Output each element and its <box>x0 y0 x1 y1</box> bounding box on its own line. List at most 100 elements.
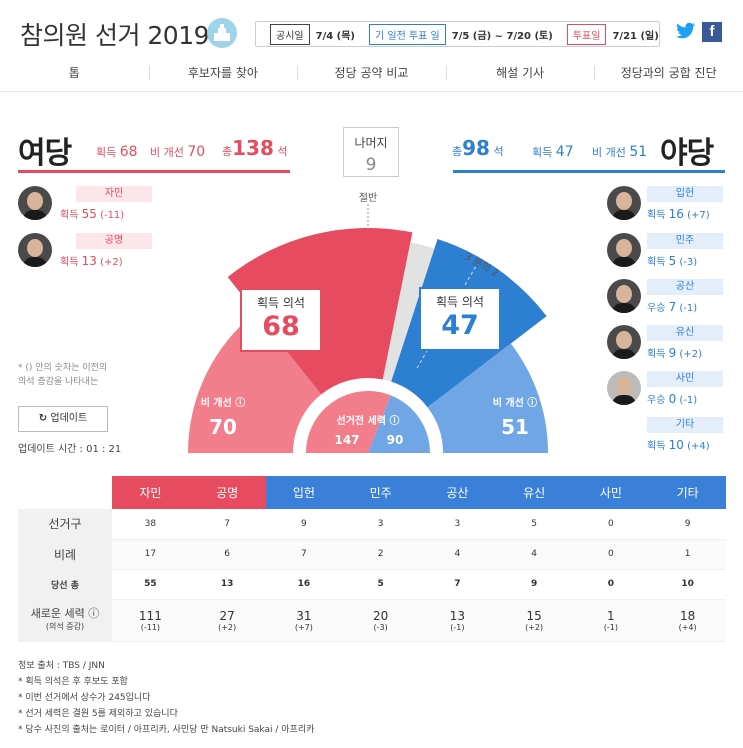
ruling-won-stat: 획득 68 <box>96 144 138 160</box>
before-label: 선거전 세력 ⓘ <box>337 414 400 427</box>
party-sdp: 사민 우승 0 (-1) <box>607 371 737 411</box>
ruling-non-label: 비 개선 <box>150 146 184 159</box>
party-stat-label: 획득 <box>647 441 666 452</box>
nav-match[interactable]: 정당과의 궁합 진단 <box>594 62 743 91</box>
avatar <box>18 186 52 220</box>
table-header-row: 자민 공명 입헌 민주 공산 유신 사민 기타 <box>18 476 726 509</box>
party-stat: 획득 55 (-11) <box>60 206 124 221</box>
cell-diff: (+7) <box>294 622 313 632</box>
table-corner <box>18 476 112 509</box>
opp-won-box-label: 획득 의석 <box>436 295 484 309</box>
cell-value: 18 <box>679 608 696 623</box>
opp-non-value: 51 <box>629 144 648 160</box>
table-header-cell: 자민 <box>112 476 189 509</box>
table-header-cell: 민주 <box>342 476 419 509</box>
update-button[interactable]: ↻ 업데이트 <box>18 406 108 432</box>
table-cell: 6 <box>188 539 266 570</box>
table-cell: 7 <box>419 569 496 600</box>
ruling-won-box-label: 획득 의석 <box>257 296 305 310</box>
table-cell: 17 <box>112 539 189 570</box>
nav-pledges[interactable]: 정당 공약 비교 <box>297 62 446 91</box>
party-others: 기타 획득 10 (+4) <box>607 417 737 457</box>
table-cell: 1 (-1) <box>572 599 650 642</box>
nav-top[interactable]: 톱 <box>0 62 149 91</box>
table-cell: 2 <box>342 539 419 570</box>
table-cell: 55 <box>112 569 189 600</box>
cell-value: 13 <box>449 608 466 623</box>
cell-diff: (-1) <box>450 622 465 632</box>
ruling-total-label: 총 <box>222 145 233 158</box>
opp-non-stat: 비 개선 51 <box>592 144 647 160</box>
opp-won-value: 47 <box>555 144 574 160</box>
refresh-icon: ↻ <box>38 413 48 424</box>
table-cell: 9 <box>495 569 573 600</box>
party-stat-label: 우승 <box>647 395 666 406</box>
party-stat-diff: (+2) <box>679 349 702 360</box>
party-stat-diff: (-1) <box>679 303 698 314</box>
party-stat-value: 0 <box>668 392 677 406</box>
party-stat-diff: (+4) <box>687 441 710 452</box>
party-stat-label: 우승 <box>647 303 666 314</box>
table-cell: 13 <box>188 569 266 600</box>
row-label: 비례 <box>18 539 112 570</box>
ruling-total-value: 138 <box>232 136 274 160</box>
cell-value: 15 <box>526 608 542 623</box>
table-cell: 3 <box>419 509 496 540</box>
table-cell: 9 <box>265 509 343 540</box>
vote-day-value: 7/21 (일) <box>612 30 659 42</box>
cell-diff: (+4) <box>678 622 697 632</box>
opp-non-value: 51 <box>501 415 529 439</box>
party-stat-value: 9 <box>668 346 677 360</box>
ruling-title: 여당 <box>18 136 72 171</box>
nav-candidates[interactable]: 후보자를 찾아 <box>148 62 298 91</box>
party-komeito: 공명 획득 13 (+2) <box>18 233 152 273</box>
vote-day-tag: 투표일 <box>566 23 607 45</box>
party-stat-diff: (-3) <box>679 257 698 268</box>
party-stat: 우승 7 (-1) <box>647 299 697 314</box>
party-stat-value: 5 <box>668 254 677 268</box>
table-cell: 0 <box>572 539 650 570</box>
seat-chart-svg: 절반3 분의 2비 개선 ⓘ70비 개선 ⓘ51선거전 세력 ⓘ147 90 <box>188 191 548 520</box>
twitter-icon[interactable] <box>676 22 695 40</box>
avatar <box>607 371 641 405</box>
party-dpfp: 민주 획득 5 (-3) <box>607 233 737 273</box>
cell-value: 31 <box>296 608 312 623</box>
party-stat-value: 7 <box>668 300 677 314</box>
party-stat: 획득 9 (+2) <box>647 345 702 360</box>
table-cell: 7 <box>188 509 266 540</box>
header: 참의원 선거 2019 공시일 7/4 (목) 기 일전 투표 일 7/5 (금… <box>0 0 743 62</box>
avatar <box>18 233 52 267</box>
early-vote-value: 7/5 (금) ~ 7/20 (토) <box>451 30 553 42</box>
table-cell: 16 <box>265 569 343 600</box>
help-icon[interactable]: ⓘ <box>85 607 99 620</box>
seat-chart: 절반 3 분의 2비 개선 ⓘ 70 비 개선 ⓘ 51 선거전 세력 ⓘ 147 90 <box>143 188 593 520</box>
table-cell: 4 <box>419 539 496 570</box>
table-cell: 7 <box>265 539 343 570</box>
party-stat-value: 55 <box>81 207 97 221</box>
party-ishin: 유신 획득 9 (+2) <box>607 325 737 365</box>
footer-line: 정보 출처 : TBS / JNN <box>18 661 105 671</box>
ruling-total-unit: 석 <box>277 145 288 158</box>
table-cell: 31 (+7) <box>265 599 343 642</box>
ruling-divider <box>18 170 290 173</box>
footer-line: * 이번 선거에서 상수가 245입니다 <box>18 693 151 703</box>
remaining-label: 나머지 <box>354 136 388 150</box>
table-cell: 27 (+2) <box>188 599 266 642</box>
party-name: 사민 <box>647 371 723 387</box>
table-cell: 18 (+4) <box>649 599 726 642</box>
table-cell: 13 (-1) <box>419 599 496 642</box>
cell-value: 111 <box>138 608 162 623</box>
opp-total-unit: 석 <box>493 145 504 158</box>
ruling-won-box-value: 68 <box>262 311 300 342</box>
party-name: 기타 <box>647 417 723 433</box>
party-stat-label: 획득 <box>60 257 79 268</box>
table-cell: 5 <box>495 509 573 540</box>
row-label: 새로운 세력 ⓘ (의석 증감) <box>18 599 112 642</box>
table-cell: 1 <box>649 539 726 570</box>
nav-articles[interactable]: 해설 기사 <box>445 62 595 91</box>
avatar <box>607 279 641 313</box>
table-cell: 4 <box>495 539 573 570</box>
diff-note-line: * () 안의 숫자는 이전의 <box>18 363 108 373</box>
facebook-icon[interactable]: f <box>702 22 722 42</box>
table-header-cell: 공명 <box>188 476 266 509</box>
